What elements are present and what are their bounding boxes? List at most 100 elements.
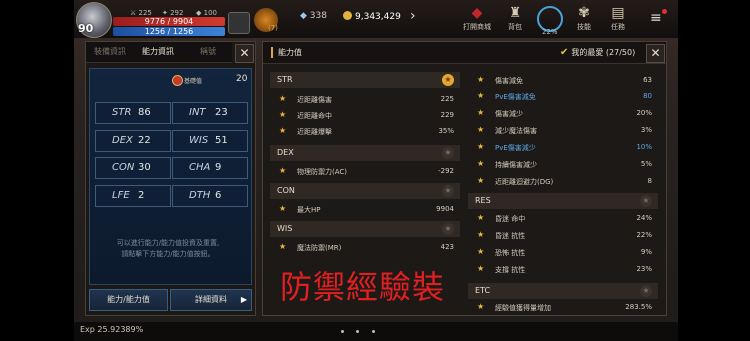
stat-row: ★ 昏迷 抗性 22% (477, 230, 652, 240)
overlay-caption: 防禦經驗裝 (280, 268, 446, 306)
stat-wis[interactable]: WIS 51 (172, 130, 248, 152)
stat-row: ★ PvE傷害減少 10% (477, 142, 652, 152)
base-value-label: 基礎值 (184, 78, 203, 85)
star-icon[interactable]: ★ (477, 91, 484, 100)
stat-dex[interactable]: DEX 22 (95, 130, 171, 152)
star-icon[interactable]: ★ (279, 242, 286, 251)
stat-row: ★ 物理防禦力(AC) -292 (279, 166, 454, 176)
title-accent (271, 47, 273, 58)
character-level: 90 (78, 22, 94, 35)
stat-row: ★ 近距離傷害 225 (279, 94, 454, 104)
stat-row: ★ 持續傷害減少 5% (477, 159, 652, 169)
star-icon[interactable]: ★ (477, 108, 484, 117)
star-icon[interactable]: ★ (640, 195, 652, 207)
hud-stat-b: ✦ 292 (162, 9, 184, 17)
hamburger-menu-icon[interactable]: ≡ (650, 10, 662, 26)
hp-bar: 9776 / 9904 (113, 17, 225, 26)
stat-lfe[interactable]: LFE 2 (95, 185, 171, 207)
play-arrow-icon: ▶ (240, 295, 247, 304)
page-dot (356, 330, 359, 333)
star-icon[interactable]: ★ (477, 247, 484, 256)
stat-dth[interactable]: DTH 6 (172, 185, 248, 207)
star-icon[interactable]: ★ (279, 204, 286, 213)
stat-row: ★ 支撐 抗性 23% (477, 264, 652, 274)
star-icon[interactable]: ★ (477, 213, 484, 222)
stat-str[interactable]: STR 86 (95, 102, 171, 124)
stat-row: ★ 魔法防禦(MR) 423 (279, 242, 454, 252)
star-icon[interactable]: ★ (279, 94, 286, 103)
star-icon[interactable]: ★ (477, 125, 484, 134)
page-dot (341, 330, 344, 333)
star-icon[interactable]: ★ (279, 110, 286, 119)
hud-stat-c: ◆ 100 (196, 9, 217, 17)
section-str: STR ★ (270, 72, 460, 88)
pet-count: (7) (268, 24, 278, 32)
tab-equipment[interactable]: 裝備資訊 (94, 46, 126, 57)
favorites-toggle[interactable]: ✔ 我的最愛 (27/50) (560, 47, 635, 58)
stat-row: ★ PvE傷害減免 80 (477, 91, 652, 101)
hud-stat-a: ⚔ 225 (130, 9, 152, 17)
coin-icon (343, 11, 352, 20)
star-icon[interactable]: ★ (442, 147, 454, 159)
tab-ability[interactable]: 能力資訊 (142, 46, 174, 57)
stat-int[interactable]: INT 23 (172, 102, 248, 124)
star-icon[interactable]: ★ (477, 75, 484, 84)
stat-row: ★ 昏迷 命中 24% (477, 213, 652, 223)
star-icon[interactable]: ★ (279, 126, 286, 135)
notification-dot (662, 9, 667, 14)
stat-row: ★ 最大HP 9904 (279, 204, 454, 214)
quest-icon: ▤ (611, 5, 625, 21)
chevron-right-icon[interactable]: › (410, 8, 416, 24)
section-dex: DEX ★ (270, 145, 460, 161)
star-icon[interactable]: ★ (442, 185, 454, 197)
stat-row: ★ 恐怖 抗性 9% (477, 247, 652, 257)
right-panel-title: 能力值 (278, 48, 302, 57)
star-icon[interactable]: ★ (477, 264, 484, 273)
quest-button[interactable]: ▤ 任務 (604, 4, 632, 32)
reset-note: 可以進行能力/能力值投資及重置, 請點擊下方能力/能力值按鈕。 (116, 239, 220, 258)
ability-value-button[interactable]: 能力/能力值 (89, 289, 168, 311)
stat-con[interactable]: CON 30 (95, 157, 171, 179)
checkmark-icon: ✔ (560, 47, 569, 58)
stat-row: ★ 減少魔法傷害 3% (477, 125, 652, 135)
section-wis: WIS ★ (270, 221, 460, 237)
stat-row: ★ 近距離爆擊 35% (279, 126, 454, 136)
shop-button[interactable]: ◆ 打開商城 (463, 4, 491, 32)
star-icon[interactable]: ★ (477, 142, 484, 151)
bag-icon: ♜ (508, 5, 522, 21)
skill-button[interactable]: ✾ 技能 (570, 4, 598, 32)
stat-row: ★ 近距離迴避力(DG) 8 (477, 176, 652, 186)
star-icon[interactable]: ★ (477, 159, 484, 168)
gem-count: ◆ 338 (300, 11, 327, 21)
ability-info-panel: 裝備資訊 能力資訊 稱號 ✕ 基礎值 20 STR 86 INT 23 DEX 22 … (85, 41, 256, 316)
mp-bar: 1256 / 1256 (113, 27, 225, 36)
left-black-edge (0, 0, 74, 341)
star-icon[interactable]: ★ (442, 223, 454, 235)
star-icon[interactable]: ★ (477, 176, 484, 185)
base-value: 20 (236, 74, 248, 84)
star-icon[interactable]: ★ (279, 166, 286, 175)
section-con: CON ★ (270, 183, 460, 199)
star-icon[interactable]: ★ (640, 285, 652, 297)
stat-row: ★ 傷害減少 20% (477, 108, 652, 118)
buff-icon[interactable] (228, 12, 250, 34)
base-value-icon (172, 75, 183, 86)
gold-count: 9,343,429 (343, 11, 401, 22)
left-panel-close-button[interactable]: ✕ (235, 44, 254, 63)
base-value-row: 基礎值 20 (90, 73, 251, 89)
exp-text: Exp 25.92389% (80, 325, 144, 334)
star-icon[interactable]: ★ (477, 230, 484, 239)
right-panel-header: 能力值 ✔ 我的最愛 (27/50) (263, 42, 666, 64)
skill-icon: ✾ (578, 5, 590, 21)
right-panel-close-button[interactable]: ✕ (646, 44, 665, 63)
stat-row: ★ 經驗值獲得量增加 283.5% (477, 302, 652, 312)
star-icon[interactable]: ★ (442, 74, 454, 86)
shop-icon: ◆ (471, 5, 483, 21)
bag-button[interactable]: ♜ 背包 (501, 4, 529, 32)
star-icon[interactable]: ★ (477, 302, 484, 311)
stat-row: ★ 傷害減免 63 (477, 75, 652, 85)
tab-title[interactable]: 稱號 (200, 46, 216, 57)
page-dot (372, 330, 375, 333)
detail-button[interactable]: 詳細資料 ▶ (170, 289, 252, 311)
stat-cha[interactable]: CHA 9 (172, 157, 248, 179)
